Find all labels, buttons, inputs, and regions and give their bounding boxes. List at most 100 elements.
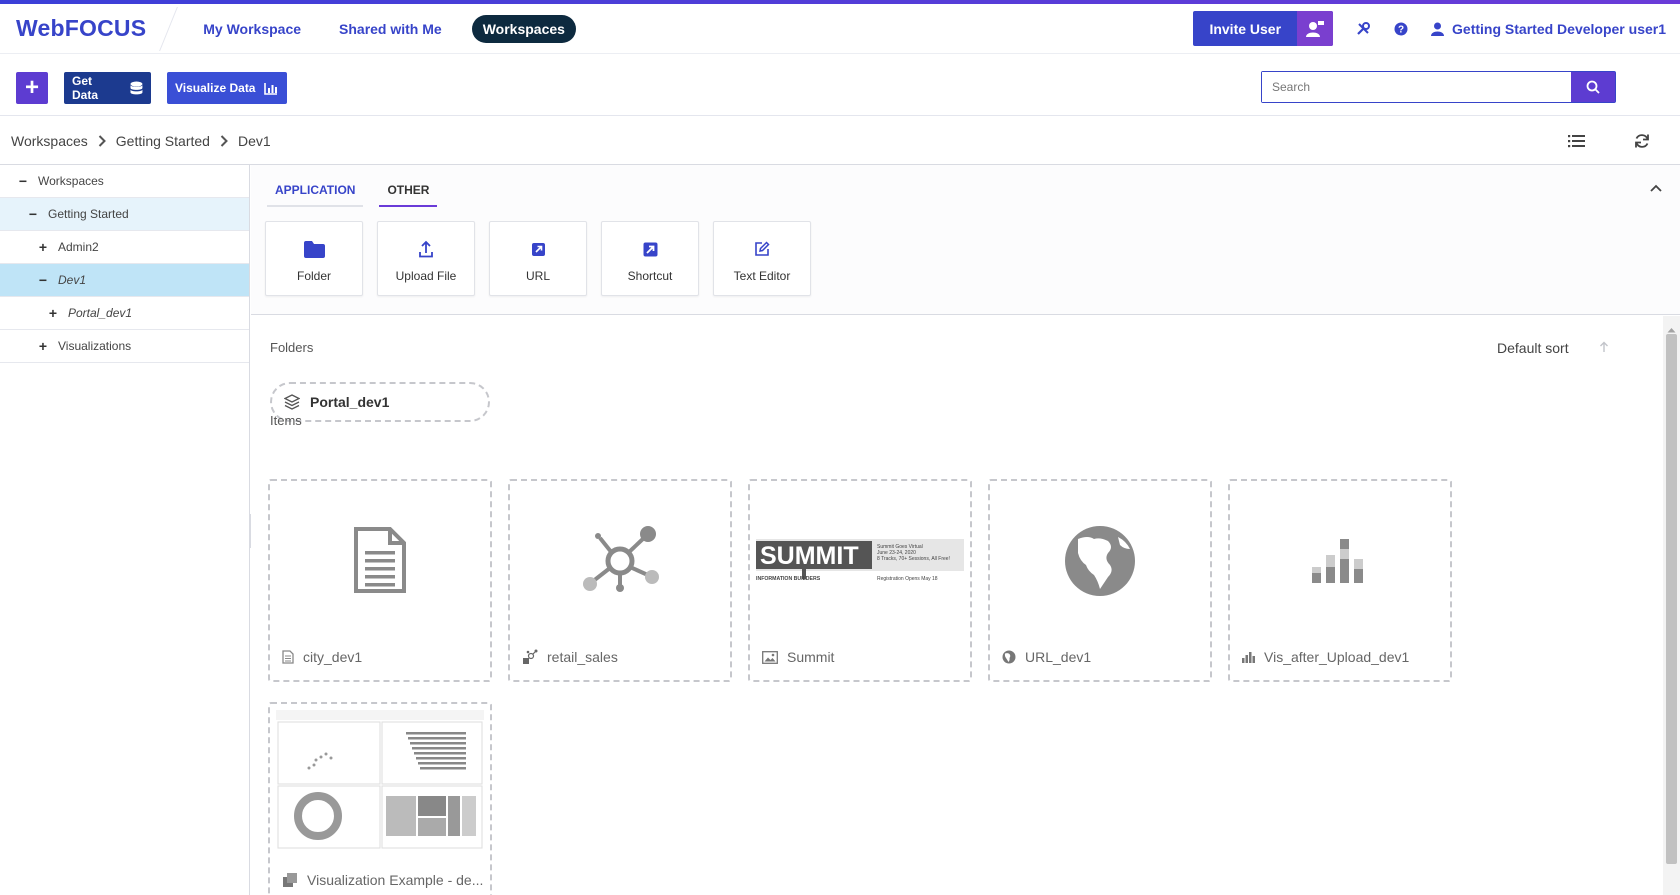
sort-ascending-icon[interactable] bbox=[1599, 340, 1609, 358]
upload-icon bbox=[419, 238, 433, 260]
item-name: retail_sales bbox=[547, 649, 618, 665]
item-card[interactable]: Visualization Example - de... bbox=[268, 702, 492, 895]
item-card[interactable]: city_dev1 bbox=[268, 479, 492, 682]
sort-dropdown[interactable]: Default sort bbox=[1497, 340, 1569, 356]
bar-chart-icon bbox=[1242, 652, 1255, 663]
breadcrumb-workspaces[interactable]: Workspaces bbox=[11, 133, 88, 149]
tile-text-editor[interactable]: Text Editor bbox=[713, 221, 811, 296]
tile-url[interactable]: URL bbox=[489, 221, 587, 296]
link-icon bbox=[531, 238, 546, 260]
item-name: Visualization Example - de... bbox=[307, 872, 484, 888]
globe-icon bbox=[990, 481, 1210, 641]
tile-label: Folder bbox=[296, 269, 331, 283]
folder-name: Portal_dev1 bbox=[310, 394, 390, 410]
search-box bbox=[1261, 71, 1616, 103]
help-icon[interactable]: ? bbox=[1393, 21, 1409, 37]
add-user-icon bbox=[1297, 11, 1334, 46]
tile-folder[interactable]: Folder bbox=[265, 221, 363, 296]
svg-text:SUMMIT: SUMMIT bbox=[760, 542, 859, 570]
chevron-up-icon[interactable] bbox=[1650, 179, 1662, 197]
stacked-bar-chart-icon bbox=[1230, 481, 1450, 641]
create-panel: APPLICATION OTHER Folder Upload File URL… bbox=[251, 165, 1680, 315]
tree-item-label: Dev1 bbox=[58, 273, 87, 287]
collapse-toggle[interactable]: − bbox=[17, 173, 29, 189]
expand-toggle[interactable]: + bbox=[37, 338, 49, 354]
item-name: URL_dev1 bbox=[1025, 649, 1092, 665]
search-input[interactable] bbox=[1262, 72, 1571, 102]
collapse-toggle[interactable]: − bbox=[27, 206, 39, 222]
bar-chart-icon bbox=[264, 82, 278, 95]
tree-item-getting-started[interactable]: − Getting Started bbox=[0, 198, 249, 231]
svg-text:?: ? bbox=[1398, 24, 1404, 35]
refresh-icon[interactable] bbox=[1632, 131, 1652, 151]
tab-other[interactable]: OTHER bbox=[379, 183, 438, 207]
list-view-icon[interactable] bbox=[1566, 131, 1586, 151]
expand-toggle[interactable]: + bbox=[37, 239, 49, 255]
folder-icon bbox=[303, 238, 325, 260]
create-new-button[interactable]: + bbox=[16, 72, 48, 104]
folders-heading: Folders bbox=[270, 340, 314, 355]
summit-banner-image: SUMMIT INFORMATION BUILDERS Summit Goes … bbox=[750, 481, 970, 641]
user-name: Getting Started Developer user1 bbox=[1452, 20, 1666, 37]
item-name: Vis_after_Upload_dev1 bbox=[1264, 649, 1410, 665]
svg-text:INFORMATION BUILDERS: INFORMATION BUILDERS bbox=[756, 576, 821, 582]
document-icon bbox=[282, 650, 294, 664]
item-caption: URL_dev1 bbox=[1002, 649, 1091, 665]
database-icon bbox=[130, 80, 143, 94]
get-data-label: Get Data bbox=[72, 74, 99, 102]
workspace-tree: − Workspaces − Getting Started + Admin2 … bbox=[0, 165, 250, 895]
tree-item-portal-dev1[interactable]: + Portal_dev1 bbox=[0, 297, 249, 330]
toolbar: + Get Data Visualize Data bbox=[0, 54, 1680, 116]
tree-item-admin2[interactable]: + Admin2 bbox=[0, 231, 249, 264]
webfocus-logo[interactable]: WebFOCUS bbox=[16, 15, 146, 42]
search-icon bbox=[1586, 80, 1600, 94]
network-icon bbox=[510, 481, 730, 641]
breadcrumb-dev1[interactable]: Dev1 bbox=[238, 133, 271, 149]
data-flow-icon bbox=[523, 649, 538, 664]
tree-item-label: Admin2 bbox=[58, 240, 99, 254]
chevron-right-icon bbox=[98, 134, 106, 147]
visualize-data-button[interactable]: Visualize Data bbox=[167, 72, 287, 104]
tree-item-label: Workspaces bbox=[38, 174, 104, 188]
tile-shortcut[interactable]: Shortcut bbox=[601, 221, 699, 296]
item-card[interactable]: retail_sales bbox=[508, 479, 732, 682]
folder-card[interactable]: Portal_dev1 bbox=[270, 382, 490, 422]
chevron-right-icon bbox=[220, 134, 228, 147]
globe-icon bbox=[1002, 650, 1016, 664]
user-icon bbox=[1431, 22, 1445, 36]
item-card[interactable]: SUMMIT INFORMATION BUILDERS Summit Goes … bbox=[748, 479, 972, 682]
breadcrumb-getting-started[interactable]: Getting Started bbox=[116, 133, 210, 149]
invite-user-button[interactable]: Invite User bbox=[1193, 11, 1334, 46]
breadcrumb: Workspaces Getting Started Dev1 bbox=[0, 117, 1680, 165]
tree-item-visualizations[interactable]: + Visualizations bbox=[0, 330, 249, 363]
get-data-button[interactable]: Get Data bbox=[64, 72, 151, 104]
layers-icon bbox=[284, 394, 300, 410]
scrollbar-thumb[interactable] bbox=[1666, 334, 1677, 864]
user-menu[interactable]: Getting Started Developer user1 bbox=[1431, 21, 1666, 37]
document-icon bbox=[270, 481, 490, 641]
item-card[interactable]: URL_dev1 bbox=[988, 479, 1212, 682]
item-card[interactable]: Vis_after_Upload_dev1 bbox=[1228, 479, 1452, 682]
tree-item-dev1[interactable]: − Dev1 bbox=[0, 264, 249, 297]
search-button[interactable] bbox=[1571, 72, 1615, 102]
expand-toggle[interactable]: + bbox=[47, 305, 59, 321]
nav-my-workspace[interactable]: My Workspace bbox=[203, 21, 301, 37]
item-name: Summit bbox=[787, 649, 835, 665]
tile-upload-file[interactable]: Upload File bbox=[377, 221, 475, 296]
app-header: WebFOCUS My Workspace Shared with Me Wor… bbox=[0, 4, 1680, 54]
svg-text:Registration Opens May 18: Registration Opens May 18 bbox=[877, 576, 938, 582]
nav-workspaces[interactable]: Workspaces bbox=[471, 14, 576, 43]
tools-icon[interactable] bbox=[1355, 21, 1371, 37]
shortcut-icon bbox=[643, 238, 658, 260]
tile-label: Text Editor bbox=[733, 269, 791, 283]
nav-shared-with-me[interactable]: Shared with Me bbox=[339, 21, 442, 37]
collapse-toggle[interactable]: − bbox=[37, 272, 49, 288]
tile-label: Upload File bbox=[395, 269, 457, 283]
vertical-scrollbar[interactable] bbox=[1663, 316, 1680, 895]
item-caption: Vis_after_Upload_dev1 bbox=[1242, 649, 1409, 665]
content-area: Folders Default sort Portal_dev1 Items c… bbox=[251, 316, 1663, 895]
tree-item-workspaces[interactable]: − Workspaces bbox=[0, 165, 249, 198]
dashboard-preview-image bbox=[270, 704, 490, 864]
tab-application[interactable]: APPLICATION bbox=[267, 183, 364, 207]
image-icon bbox=[762, 650, 778, 664]
